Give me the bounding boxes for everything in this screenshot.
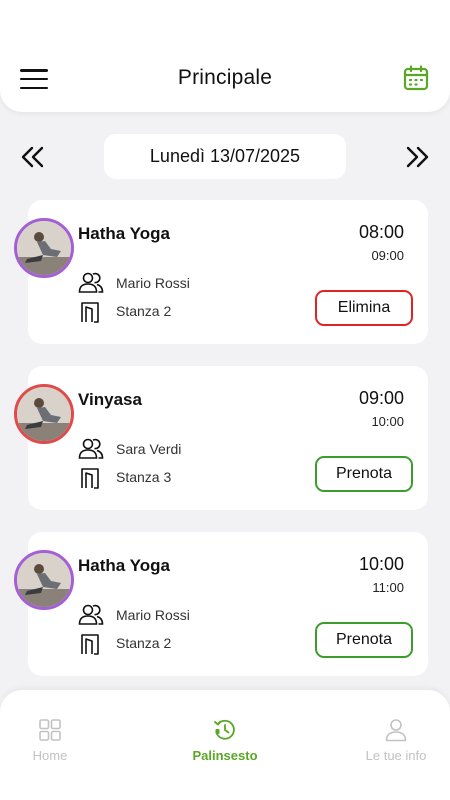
date-selector[interactable]: Lunedì 13/07/2025 (104, 134, 346, 179)
clock-schedule-icon (214, 719, 235, 740)
start-time: 08:00 (358, 222, 404, 242)
tab-le-tue-info-label: Le tue info (365, 748, 427, 763)
room-name: Stanza 3 (116, 469, 172, 485)
class-card: Vinyasa 09:00 10:00 Sara Verdi Stanza 3 … (14, 366, 428, 510)
top-bar: Principale (0, 0, 450, 112)
door-icon (81, 468, 99, 489)
instructor-avatar (14, 550, 74, 610)
end-time: 09:00 (371, 248, 404, 263)
tab-home-label: Home (32, 748, 68, 763)
bottom-navigation: Home Palinsesto Le tue info (0, 690, 450, 800)
people-icon (78, 604, 104, 625)
instructor-name: Mario Rossi (116, 275, 190, 291)
class-name: Hatha Yoga (78, 556, 170, 575)
double-chevron-right-icon[interactable] (404, 144, 430, 170)
class-name: Hatha Yoga (78, 224, 170, 243)
tab-palinsesto[interactable]: Palinsesto (170, 718, 280, 763)
door-icon (81, 634, 99, 655)
user-icon (385, 719, 407, 742)
class-card: Hatha Yoga 10:00 11:00 Mario Rossi Stanz… (14, 532, 428, 676)
booking-action-button[interactable]: Prenota (315, 456, 413, 492)
booking-action-button[interactable]: Prenota (315, 622, 413, 658)
room-name: Stanza 2 (116, 303, 172, 319)
room-name: Stanza 2 (116, 635, 172, 651)
calendar-icon[interactable] (402, 64, 430, 92)
tab-le-tue-info[interactable]: Le tue info (341, 718, 450, 763)
people-icon (78, 272, 104, 293)
page-title: Principale (177, 66, 273, 89)
tab-home[interactable]: Home (0, 718, 105, 763)
start-time: 10:00 (358, 554, 404, 574)
people-icon (78, 438, 104, 459)
end-time: 10:00 (371, 414, 404, 429)
door-icon (81, 302, 99, 323)
tab-palinsesto-label: Palinsesto (192, 748, 258, 763)
grid-icon (39, 719, 61, 741)
instructor-name: Mario Rossi (116, 607, 190, 623)
double-chevron-left-icon[interactable] (20, 144, 46, 170)
instructor-name: Sara Verdi (116, 441, 182, 457)
start-time: 09:00 (358, 388, 404, 408)
booking-action-button[interactable]: Elimina (315, 290, 413, 326)
instructor-avatar (14, 384, 74, 444)
class-name: Vinyasa (78, 390, 142, 409)
instructor-avatar (14, 218, 74, 278)
end-time: 11:00 (372, 580, 404, 595)
class-card: Hatha Yoga 08:00 09:00 Mario Rossi Stanz… (14, 200, 428, 344)
